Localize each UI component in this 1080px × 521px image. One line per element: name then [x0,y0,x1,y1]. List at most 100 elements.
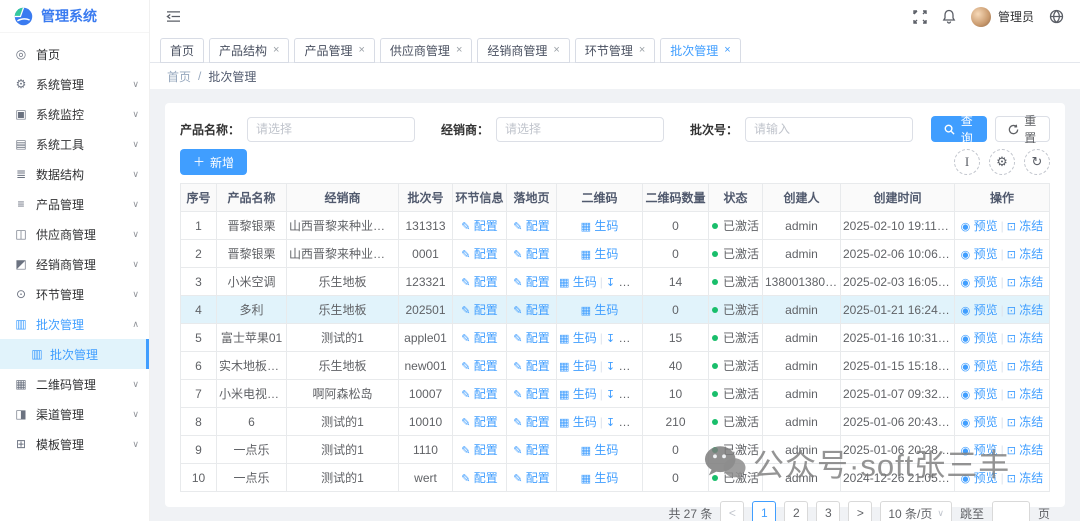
sidebar-item-channel[interactable]: ◨渠道管理∨ [0,399,149,429]
landing-config-link[interactable]: ✎ 配置 [513,387,550,401]
product-name-select[interactable] [247,117,415,142]
jump-page-input[interactable] [992,501,1030,521]
sidebar-item-qrcode[interactable]: ▦二维码管理∨ [0,369,149,399]
table-refresh-icon[interactable]: ↻ [1024,149,1050,175]
generate-code-link[interactable]: ▦ 生码 [581,471,619,485]
tab-2[interactable]: 产品管理× [294,38,374,63]
tab-close-icon[interactable]: × [724,45,730,56]
stage-config-link[interactable]: ✎ 配置 [461,387,498,401]
freeze-link[interactable]: ⊡ 冻结 [1007,443,1044,457]
stage-config-link[interactable]: ✎ 配置 [461,415,498,429]
generate-code-link[interactable]: ▦ 生码 [581,303,619,317]
landing-config-link[interactable]: ✎ 配置 [513,415,550,429]
download-link[interactable]: ↧ 下载 [606,415,643,429]
tab-close-icon[interactable]: × [639,45,645,56]
page-button-3[interactable]: 3 [816,501,840,521]
generate-code-link[interactable]: ▦ 生码 [559,331,597,345]
landing-config-link[interactable]: ✎ 配置 [513,219,550,233]
tab-close-icon[interactable]: × [273,45,279,56]
preview-link[interactable]: ◉ 预览 [961,359,998,373]
page-button-2[interactable]: 2 [784,501,808,521]
download-link[interactable]: ↧ 下载 [606,359,643,373]
sidebar-item-system[interactable]: ⚙系统管理∨ [0,69,149,99]
freeze-link[interactable]: ⊡ 冻结 [1007,387,1044,401]
generate-code-link[interactable]: ▦ 生码 [559,359,597,373]
tab-3[interactable]: 供应商管理× [380,38,472,63]
preview-link[interactable]: ◉ 预览 [961,443,998,457]
table-settings-gear-icon[interactable]: ⚙ [989,149,1015,175]
page-size-select[interactable]: 10 条/页 ∨ [880,501,952,521]
reset-button[interactable]: 重置 [995,116,1050,142]
sidebar-item-product[interactable]: ≡产品管理∨ [0,189,149,219]
sidebar-item-batch[interactable]: ▥批次管理∧ [0,309,149,339]
search-button[interactable]: 查询 [931,116,986,142]
generate-code-link[interactable]: ▦ 生码 [581,247,619,261]
freeze-link[interactable]: ⊡ 冻结 [1007,247,1044,261]
stage-config-link[interactable]: ✎ 配置 [461,359,498,373]
landing-config-link[interactable]: ✎ 配置 [513,331,550,345]
freeze-link[interactable]: ⊡ 冻结 [1007,219,1044,233]
breadcrumb-home[interactable]: 首页 [167,68,191,85]
landing-config-link[interactable]: ✎ 配置 [513,359,550,373]
generate-code-link[interactable]: ▦ 生码 [559,415,597,429]
tab-0[interactable]: 首页 [160,38,204,63]
tab-1[interactable]: 产品结构× [209,38,289,63]
page-button-1[interactable]: 1 [752,501,776,521]
freeze-link[interactable]: ⊡ 冻结 [1007,359,1044,373]
freeze-link[interactable]: ⊡ 冻结 [1007,275,1044,289]
tab-close-icon[interactable]: × [358,45,364,56]
sidebar-item-dealer[interactable]: ◩经销商管理∨ [0,249,149,279]
toggle-search-icon[interactable]: I [954,149,980,175]
landing-config-link[interactable]: ✎ 配置 [513,247,550,261]
preview-link[interactable]: ◉ 预览 [961,331,998,345]
sidebar-item-monitor[interactable]: ▣系统监控∨ [0,99,149,129]
tab-6[interactable]: 批次管理× [660,38,740,63]
notification-bell-icon[interactable] [942,9,956,24]
freeze-link[interactable]: ⊡ 冻结 [1007,471,1044,485]
download-link[interactable]: ↧ 下载 [606,275,643,289]
sidebar-item-data-structure[interactable]: ≣数据结构∨ [0,159,149,189]
layout-settings-icon[interactable] [1049,9,1064,24]
generate-code-link[interactable]: ▦ 生码 [559,275,597,289]
preview-link[interactable]: ◉ 预览 [961,387,998,401]
user-menu[interactable]: 管理员 [971,7,1034,27]
stage-config-link[interactable]: ✎ 配置 [461,247,498,261]
freeze-link[interactable]: ⊡ 冻结 [1007,415,1044,429]
landing-config-link[interactable]: ✎ 配置 [513,275,550,289]
download-link[interactable]: ↧ 下载 [606,331,643,345]
sidebar-item-link[interactable]: ⊙环节管理∨ [0,279,149,309]
batch-no-input[interactable] [745,117,913,142]
preview-link[interactable]: ◉ 预览 [961,275,998,289]
tab-5[interactable]: 环节管理× [575,38,655,63]
stage-config-link[interactable]: ✎ 配置 [461,303,498,317]
generate-code-link[interactable]: ▦ 生码 [559,387,597,401]
stage-config-link[interactable]: ✎ 配置 [461,275,498,289]
preview-link[interactable]: ◉ 预览 [961,247,998,261]
add-button[interactable]: ＋ 新增 [180,149,247,175]
sidebar-item-home[interactable]: ◎首页 [0,39,149,69]
prev-page-button[interactable]: < [720,501,744,521]
sidebar-item-supplier[interactable]: ◫供应商管理∨ [0,219,149,249]
preview-link[interactable]: ◉ 预览 [961,303,998,317]
tab-close-icon[interactable]: × [553,45,559,56]
landing-config-link[interactable]: ✎ 配置 [513,471,550,485]
preview-link[interactable]: ◉ 预览 [961,415,998,429]
sidebar-item-tools[interactable]: ▤系统工具∨ [0,129,149,159]
tab-close-icon[interactable]: × [456,45,462,56]
preview-link[interactable]: ◉ 预览 [961,219,998,233]
preview-link[interactable]: ◉ 预览 [961,471,998,485]
dealer-select[interactable] [496,117,664,142]
stage-config-link[interactable]: ✎ 配置 [461,331,498,345]
generate-code-link[interactable]: ▦ 生码 [581,219,619,233]
sidebar-item-template[interactable]: ⊞模板管理∨ [0,429,149,459]
next-page-button[interactable]: > [848,501,872,521]
generate-code-link[interactable]: ▦ 生码 [581,443,619,457]
landing-config-link[interactable]: ✎ 配置 [513,443,550,457]
stage-config-link[interactable]: ✎ 配置 [461,219,498,233]
freeze-link[interactable]: ⊡ 冻结 [1007,331,1044,345]
download-link[interactable]: ↧ 下载 [606,387,643,401]
stage-config-link[interactable]: ✎ 配置 [461,443,498,457]
stage-config-link[interactable]: ✎ 配置 [461,471,498,485]
tab-4[interactable]: 经销商管理× [477,38,569,63]
sidebar-subitem-batch-sub[interactable]: ▥批次管理 [0,339,149,369]
